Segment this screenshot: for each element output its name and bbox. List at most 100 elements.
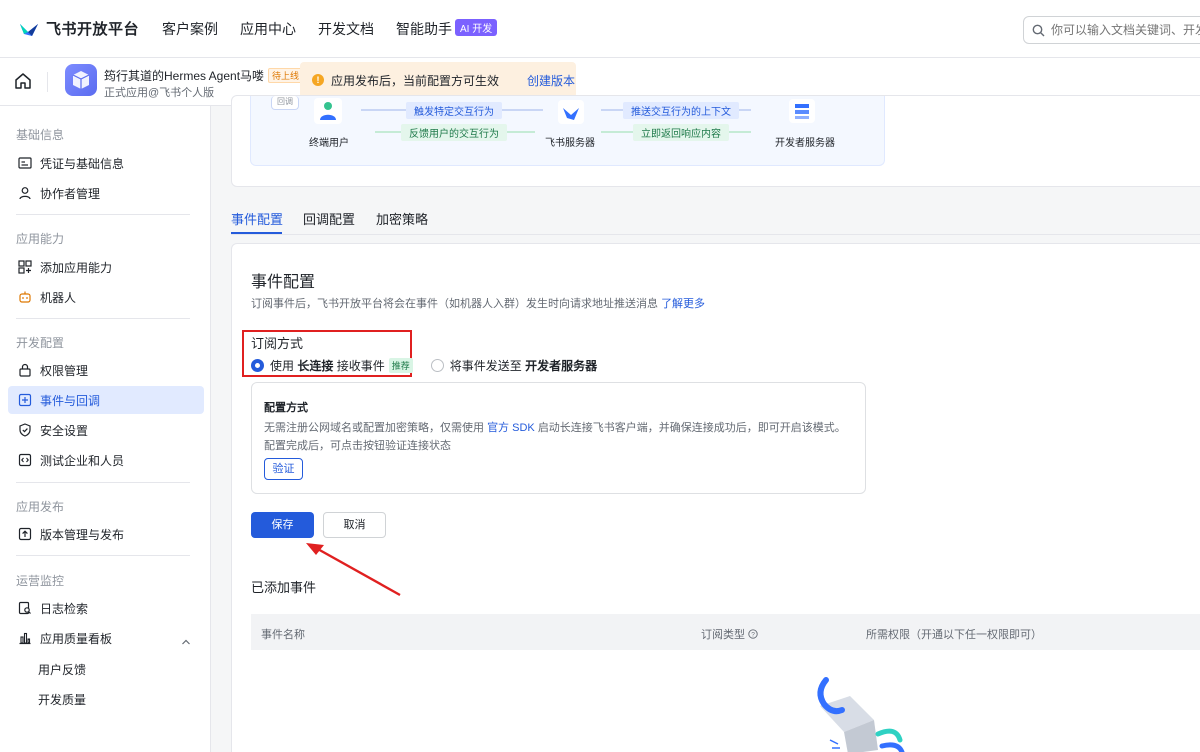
arrow-push-label: 推送交互行为的上下文	[623, 102, 739, 119]
option-developer-server-label[interactable]: 将事件发送至 开发者服务器	[450, 357, 597, 374]
cancel-button[interactable]: 取消	[323, 512, 386, 538]
top-nav: 飞书开放平台 客户案例 应用中心 开发文档 智能助手 AI 开发	[0, 0, 1200, 58]
sidebar-item-label: 协作者管理	[40, 186, 101, 201]
nav-dev-docs[interactable]: 开发文档	[318, 19, 374, 39]
option-prefix: 将事件发送至	[449, 359, 522, 373]
shield-icon	[19, 423, 31, 437]
section-description: 订阅事件后，飞书开放平台将会在事件（如机器人入群）发生时向请求地址推送消息 了解…	[251, 295, 705, 311]
brand-name: 飞书开放平台	[46, 21, 140, 38]
sidebar-item-label: 事件与回调	[40, 393, 101, 408]
developer-server-icon	[789, 99, 815, 123]
node-end-user: 终端用户	[309, 138, 349, 149]
learn-more-link[interactable]: 了解更多	[661, 298, 705, 310]
config-method-panel: 配置方式 无需注册公网域名或配置加密策略，仅需使用 官方 SDK 启动长连接飞书…	[251, 382, 866, 494]
divider	[16, 214, 190, 215]
help-icon[interactable]: ?	[748, 629, 758, 639]
subscription-options: 使用 长连接 接收事件 推荐 将事件发送至 开发者服务器	[251, 357, 597, 374]
divider	[16, 318, 190, 319]
lock-icon	[19, 363, 31, 377]
app-name-text: 筠行其道的Hermes Agent马喽	[104, 69, 265, 83]
config-text: 无需注册公网域名或配置加密策略，仅需使用	[264, 422, 484, 434]
user-icon	[19, 187, 31, 200]
partial-label: 回调	[271, 96, 299, 110]
sidebar-item-label: 安全设置	[40, 423, 89, 438]
sidebar-item-bot[interactable]: 机器人	[8, 283, 204, 311]
search-icon	[1032, 24, 1045, 36]
sidebar-item-test-tenants[interactable]: 测试企业和人员	[8, 446, 204, 474]
column-subscription-type: 订阅类型 ?	[701, 626, 758, 642]
publish-notice: ! 应用发布后，当前配置方可生效 创建版本	[300, 62, 576, 98]
verify-button[interactable]: 验证	[264, 458, 303, 480]
nav-customer-cases[interactable]: 客户案例	[162, 19, 218, 39]
app-type: 正式应用@飞书个人版	[104, 87, 215, 99]
official-sdk-link[interactable]: 官方 SDK	[487, 422, 535, 434]
sidebar-item-quality-dashboard[interactable]: 应用质量看板	[8, 624, 204, 652]
sidebar-item-label: 凭证与基础信息	[40, 156, 125, 171]
sidebar: 基础信息 凭证与基础信息 协作者管理 应用能力 添加应用能力 机器人 开发配置 …	[0, 106, 211, 752]
home-icon[interactable]	[14, 72, 32, 90]
tab-encryption[interactable]: 加密策略	[376, 209, 428, 228]
config-tabs: 事件配置 回调配置 加密策略	[231, 205, 1200, 235]
warning-icon: !	[312, 74, 324, 86]
sidebar-item-label: 版本管理与发布	[40, 527, 125, 542]
search-box[interactable]	[1023, 16, 1200, 44]
config-text: 启动长连接飞书客户端，并确保连接成功后，即可开启该模式。	[537, 422, 846, 434]
column-event-name: 事件名称	[261, 629, 305, 641]
nav-ai-assistant-label: 智能助手	[396, 20, 452, 37]
divider	[16, 482, 190, 483]
radio-developer-server[interactable]	[430, 359, 444, 372]
sidebar-item-versions[interactable]: 版本管理与发布	[8, 520, 204, 548]
arrow-response-label: 立即返回响应内容	[633, 124, 729, 141]
sidebar-item-label: 应用质量看板	[40, 631, 113, 646]
sidebar-group-capabilities: 应用能力	[16, 232, 65, 246]
event-config-card: 事件配置 订阅事件后，飞书开放平台将会在事件（如机器人入群）发生时向请求地址推送…	[231, 243, 1200, 752]
flow-diagram: 回调 终端用户 触发特定交互行为 反馈用户的交互行为 飞书服务器 推送交互行为的…	[250, 96, 885, 166]
nav-app-center[interactable]: 应用中心	[240, 19, 296, 39]
sidebar-item-collaborators[interactable]: 协作者管理	[8, 179, 204, 207]
arrow-trigger-label: 触发特定交互行为	[406, 102, 502, 119]
grid-plus-icon	[18, 260, 32, 274]
option-long-connection-label[interactable]: 使用 长连接 接收事件	[270, 357, 385, 374]
annotation-arrow	[306, 543, 401, 597]
sidebar-group-dev: 开发配置	[16, 336, 65, 350]
sidebar-item-credentials[interactable]: 凭证与基础信息	[8, 149, 204, 177]
user-avatar-icon	[314, 98, 342, 124]
nav-ai-assistant[interactable]: 智能助手 AI 开发	[396, 18, 498, 39]
config-method-line2: 配置完成后，可点击按钮验证连接状态	[264, 440, 451, 452]
sidebar-item-permissions[interactable]: 权限管理	[8, 356, 204, 384]
sidebar-subitem-dev-quality[interactable]: 开发质量	[38, 691, 86, 708]
chevron-up-icon[interactable]	[181, 637, 191, 647]
code-icon	[18, 453, 32, 467]
description-text: 订阅事件后，飞书开放平台将会在事件（如机器人入群）发生时向请求地址推送消息	[251, 298, 658, 310]
search-input[interactable]	[1051, 23, 1200, 37]
create-version-link[interactable]: 创建版本	[527, 72, 575, 89]
config-method-title: 配置方式	[264, 402, 308, 414]
divider	[16, 555, 190, 556]
tab-event-config[interactable]: 事件配置	[231, 209, 283, 228]
cube-icon	[72, 71, 90, 89]
sidebar-item-label: 机器人	[40, 290, 77, 305]
sidebar-item-security[interactable]: 安全设置	[8, 416, 204, 444]
column-required-permissions: 所需权限（开通以下任一权限即可）	[866, 629, 1042, 641]
upload-icon	[18, 527, 32, 541]
radio-long-connection[interactable]	[251, 359, 264, 372]
active-tab-indicator	[231, 232, 282, 234]
sidebar-item-add-capability[interactable]: 添加应用能力	[8, 253, 204, 281]
option-bold: 长连接	[297, 359, 334, 373]
sidebar-item-label: 权限管理	[40, 363, 89, 378]
arrow-feedback-label: 反馈用户的交互行为	[401, 124, 507, 141]
save-button[interactable]: 保存	[251, 512, 314, 538]
brand[interactable]: 飞书开放平台	[18, 18, 162, 39]
sidebar-subitem-feedback[interactable]: 用户反馈	[38, 661, 86, 678]
event-icon	[18, 393, 32, 407]
tab-callback-config[interactable]: 回调配置	[303, 209, 355, 228]
option-suffix: 接收事件	[336, 359, 385, 373]
sidebar-item-logs[interactable]: 日志检索	[8, 594, 204, 622]
node-feishu-server: 飞书服务器	[545, 138, 595, 149]
sidebar-item-events-callbacks[interactable]: 事件与回调	[8, 386, 204, 414]
section-title: 事件配置	[251, 274, 316, 291]
sidebar-item-label: 测试企业和人员	[40, 453, 125, 468]
divider	[47, 72, 48, 92]
id-card-icon	[18, 157, 32, 169]
app-avatar	[65, 64, 97, 96]
